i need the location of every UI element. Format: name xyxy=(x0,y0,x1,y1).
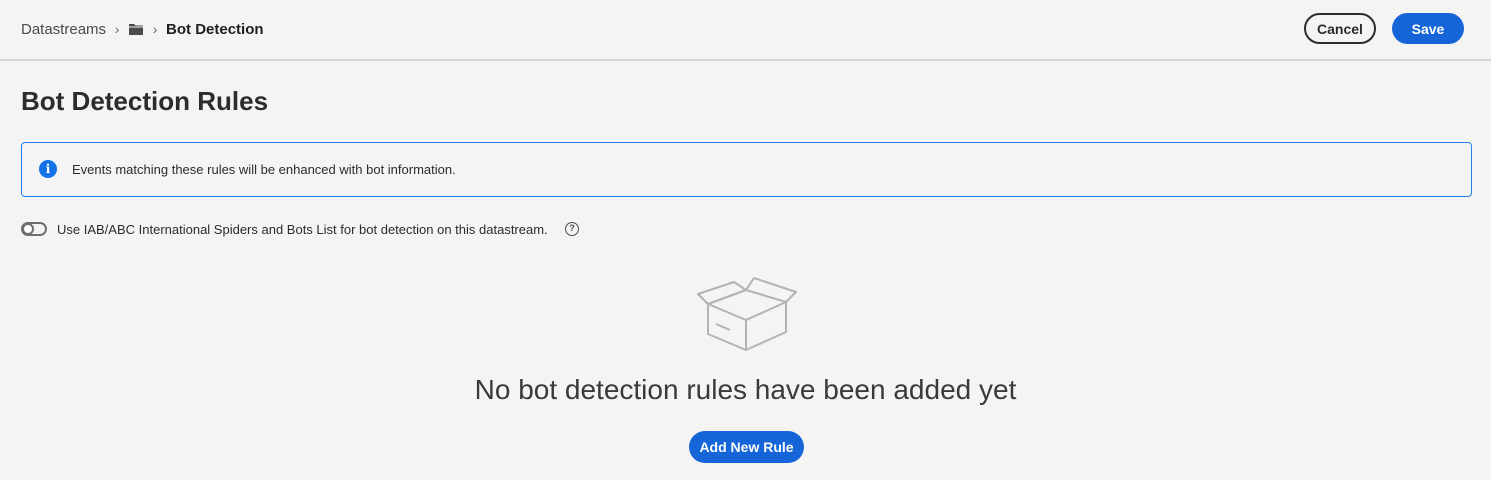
chevron-right-icon: › xyxy=(152,21,158,37)
toggle-knob xyxy=(22,223,34,235)
info-banner: i Events matching these rules will be en… xyxy=(21,142,1472,197)
info-icon: i xyxy=(39,160,57,178)
cancel-button[interactable]: Cancel xyxy=(1304,13,1376,44)
empty-state-heading: No bot detection rules have been added y… xyxy=(474,374,1017,405)
iab-toggle-row: Use IAB/ABC International Spiders and Bo… xyxy=(21,219,548,239)
top-bar: Datastreams › › Bot Detection Cancel Sav… xyxy=(0,0,1491,61)
breadcrumb-datastreams[interactable]: Datastreams xyxy=(21,21,106,38)
breadcrumb-current: Bot Detection xyxy=(166,20,264,38)
save-button[interactable]: Save xyxy=(1392,13,1464,44)
folder-icon[interactable] xyxy=(128,22,144,36)
iab-bots-toggle[interactable] xyxy=(21,222,47,236)
page-title: Bot Detection Rules xyxy=(21,86,269,116)
info-message: Events matching these rules will be enha… xyxy=(72,162,456,177)
chevron-right-icon: › xyxy=(114,21,120,37)
add-new-rule-button[interactable]: Add New Rule xyxy=(689,431,804,463)
iab-toggle-label: Use IAB/ABC International Spiders and Bo… xyxy=(57,221,548,237)
help-icon[interactable]: ? xyxy=(565,222,579,236)
empty-box-icon xyxy=(697,277,797,351)
breadcrumb: Datastreams › › Bot Detection xyxy=(21,18,264,40)
